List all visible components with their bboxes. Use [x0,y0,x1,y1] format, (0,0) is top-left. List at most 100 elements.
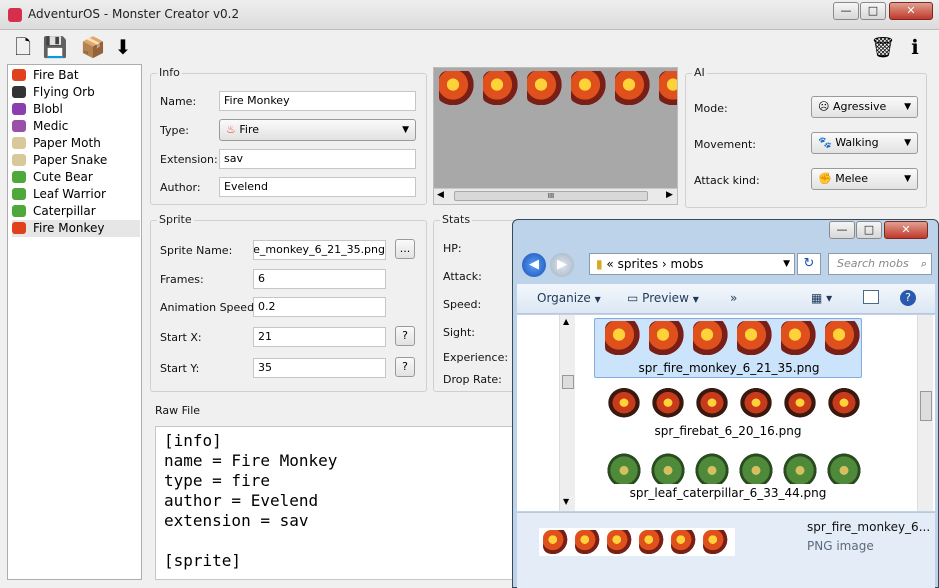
fire-icon [12,69,26,81]
sprite-name-field[interactable]: fire_monkey_6_21_35.png [253,240,386,260]
list-item[interactable]: Medic [12,118,140,135]
list-item-selected[interactable]: Fire Monkey [12,220,140,237]
info-icon[interactable]: ℹ [902,34,928,60]
list-item[interactable]: Paper Moth [12,135,140,152]
start-x-help-button[interactable]: ? [395,326,415,346]
new-file-icon[interactable]: 🗋 [10,34,36,60]
movement-select[interactable]: 🐾 Walking ▼ [811,132,918,154]
mode-label: Mode: [694,102,728,115]
list-item[interactable]: Blobl [12,101,140,118]
group-title: Info [157,66,182,79]
animation-speed-field[interactable]: 0.2 [253,297,386,317]
scroll-right-icon[interactable]: ▶ [666,190,673,200]
horizontal-scrollbar[interactable]: ◀ III ▶ [434,188,677,204]
maximize-button[interactable]: □ [860,2,886,20]
organize-button[interactable]: Organize ▼ [537,291,601,305]
chevron-down-icon: ▼ [692,295,699,304]
group-title: AI [692,66,707,79]
extension-field[interactable]: sav [219,149,416,169]
scroll-down-icon[interactable]: ▼ [563,497,569,506]
group-title: Sprite [157,213,194,226]
explorer-close-button[interactable]: ✕ [884,221,928,239]
paw-icon: 🐾 [818,136,836,149]
author-field[interactable]: Evelend [219,177,416,197]
attack-kind-select[interactable]: ✊ Melee ▼ [811,168,918,190]
monster-list: Fire Bat Flying Orb Blobl Medic Paper Mo… [7,64,142,580]
preview-button[interactable]: ▭ Preview ▼ [627,291,699,305]
start-y-help-button[interactable]: ? [395,357,415,377]
frames-field[interactable]: 6 [253,269,386,289]
file-item-selected[interactable]: spr_fire_monkey_6_21_35.png [594,318,865,378]
forward-button[interactable]: ▶ [550,253,574,277]
fire-icon [12,222,26,234]
more-button[interactable]: » [730,291,737,305]
explorer-minimize-button[interactable]: — [829,221,855,239]
details-file-name: spr_fire_monkey_6... [807,520,931,534]
trash-icon[interactable]: 🗑 [870,34,896,60]
type-label: Type: [160,124,189,137]
title-bar: AdventurOS - Monster Creator v0.2 — □ ✕ [0,0,939,30]
paper-icon [12,154,26,166]
list-item[interactable]: Fire Bat [12,67,140,84]
list-item[interactable]: Leaf Warrior [12,186,140,203]
right-scrollbar[interactable] [917,315,933,511]
download-icon[interactable]: ⬇ [110,34,136,60]
package-icon[interactable]: 📦 [80,34,106,60]
list-item[interactable]: Cute Bear [12,169,140,186]
file-thumbnail [604,450,864,484]
list-item[interactable]: Paper Snake [12,152,140,169]
sight-label: Sight: [443,326,476,339]
view-options-icon[interactable]: ▦ ▾ [811,291,832,305]
close-button[interactable]: ✕ [889,2,933,20]
author-label: Author: [160,181,201,194]
save-icon[interactable]: 💾 [42,34,68,60]
scroll-left-icon[interactable]: ◀ [437,190,444,200]
raw-file-text[interactable]: [info] name = Fire Monkey type = fire au… [155,426,515,580]
scrollbar-thumb[interactable] [562,375,574,389]
start-x-field[interactable]: 21 [253,327,386,347]
back-button[interactable]: ◀ [522,253,546,277]
file-name: spr_firebat_6_20_16.png [654,424,802,438]
explorer-maximize-button[interactable]: □ [856,221,882,239]
grass-icon [12,188,26,200]
browse-button[interactable]: ... [395,239,415,259]
sprite-frame [615,71,655,105]
sprite-frame [527,71,567,105]
extension-label: Extension: [160,153,218,166]
address-bar[interactable]: ▮ « sprites › mobs ▼ [589,253,795,275]
chevron-down-icon: ▼ [904,138,911,148]
fist-icon: ✊ [818,172,836,185]
medic-icon [12,120,26,132]
blob-icon [12,103,26,115]
file-item[interactable]: spr_leaf_caterpillar_6_33_44.png [594,450,864,508]
scrollbar-thumb[interactable] [920,391,932,421]
hp-label: HP: [443,242,462,255]
file-name: spr_fire_monkey_6_21_35.png [638,361,820,375]
help-icon[interactable]: ? [900,290,916,306]
movement-label: Movement: [694,138,756,151]
file-name: spr_leaf_caterpillar_6_33_44.png [629,486,827,500]
grass-icon [12,205,26,217]
chevron-down-icon: ▼ [904,102,911,112]
list-item[interactable]: Caterpillar [12,203,140,220]
start-y-field[interactable]: 35 [253,358,386,378]
animation-speed-label: Animation Speed: [160,301,258,314]
name-field[interactable]: Fire Monkey [219,91,416,111]
preview-pane-icon[interactable] [863,290,879,304]
attack-kind-label: Attack kind: [694,174,760,187]
refresh-button[interactable]: ↻ [797,253,821,275]
start-x-label: Start X: [160,331,202,344]
type-select[interactable]: ♨ Fire ▼ [219,119,416,141]
search-input[interactable]: Search mobs ⌕ [828,253,932,275]
chevron-down-icon[interactable]: ▼ [783,254,790,274]
left-scrollbar[interactable]: ▲ ▼ [559,315,575,511]
scroll-up-icon[interactable]: ▲ [563,317,569,326]
window-title: AdventurOS - Monster Creator v0.2 [28,7,240,21]
mode-select[interactable]: ☹ Agressive ▼ [811,96,918,118]
fire-icon: ♨ [226,123,240,136]
experience-label: Experience: [443,351,509,364]
list-item[interactable]: Flying Orb [12,84,140,101]
scrollbar-thumb[interactable]: III [454,191,648,201]
minimize-button[interactable]: — [833,2,859,20]
file-item[interactable]: spr_firebat_6_20_16.png [594,382,864,440]
